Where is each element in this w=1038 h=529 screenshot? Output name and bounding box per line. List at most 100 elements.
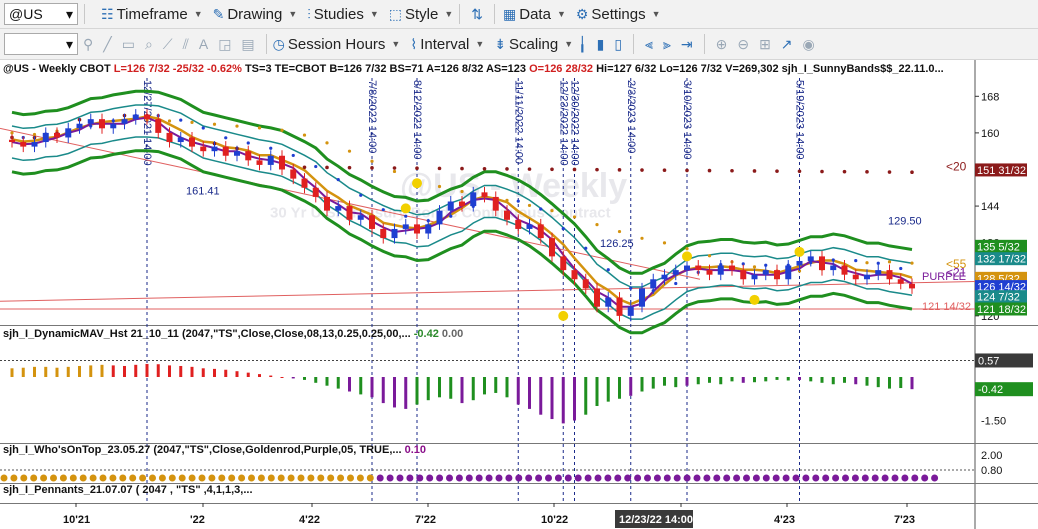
zoom-out-icon[interactable]: ⊖ <box>737 36 749 53</box>
candle-body <box>537 224 544 239</box>
settings-menu[interactable]: ⚙ Settings ▼ <box>576 6 661 23</box>
who-dot <box>109 474 117 482</box>
scaling-label: Scaling <box>509 35 559 53</box>
candle-body <box>425 224 432 234</box>
candle-body <box>301 178 308 188</box>
maroon-dot <box>797 169 802 174</box>
candle-body <box>380 228 387 239</box>
chart-area[interactable]: 168160144136120@US - Weekly30 Yr U.S. Tr… <box>0 60 1038 529</box>
zoom-in-icon[interactable]: ⊕ <box>716 36 728 53</box>
candle-body <box>166 132 173 143</box>
histogram-bar <box>269 375 273 377</box>
candlestick-icon[interactable]: ▮ <box>597 36 605 53</box>
histogram-bar <box>426 377 430 401</box>
gold-dot <box>572 215 577 219</box>
trendline-icon[interactable]: ⟋ <box>163 36 173 53</box>
fit-icon[interactable]: ⊞ <box>759 36 771 53</box>
studies-menu[interactable]: ⫶ Studies ▼ <box>307 6 378 23</box>
trend-icon[interactable]: ↗ <box>781 36 793 53</box>
who-dot <box>663 474 671 482</box>
histogram-bar <box>550 377 554 420</box>
histogram-bar <box>494 377 498 393</box>
scaling-menu[interactable]: ⇟ Scaling ▼ <box>494 36 573 53</box>
maroon-dot <box>550 167 554 172</box>
histogram-bar <box>415 377 419 405</box>
bar-chart-icon[interactable]: ╽ <box>578 36 586 53</box>
maroon-dot <box>302 165 307 170</box>
fib-icon[interactable]: ▤ <box>241 36 254 53</box>
symbol-input[interactable]: @US ▾ <box>4 3 78 25</box>
blue-dot <box>674 281 678 286</box>
histogram-bar <box>213 368 216 377</box>
who-dot <box>505 474 513 482</box>
histogram-bar <box>753 377 756 383</box>
style-label: Style <box>405 5 439 23</box>
channel-icon[interactable]: ⫽ <box>183 36 189 53</box>
scroll-left-icon[interactable]: ⫷ <box>645 36 653 53</box>
candle-body <box>42 132 49 143</box>
maroon-dot <box>595 167 599 172</box>
candle-body <box>324 196 330 211</box>
candle-body <box>76 123 83 129</box>
chevron-down-icon: ▼ <box>651 9 661 19</box>
blue-dot <box>179 118 183 122</box>
shapes-icon[interactable]: ◲ <box>218 36 231 53</box>
zoom-area-icon[interactable]: ⌕ <box>145 36 153 53</box>
hollow-candle-icon[interactable]: ▯ <box>614 36 622 53</box>
price-badge-label: 132 17/32 <box>977 254 1026 266</box>
blue-dot <box>381 208 385 212</box>
who-dot <box>762 474 770 482</box>
x-tick-label: 4'23 <box>774 514 795 526</box>
ruler-icon[interactable]: ▭ <box>122 36 135 53</box>
gold-dot <box>617 229 622 234</box>
pivot-circle <box>412 178 422 189</box>
candle-body <box>144 114 150 120</box>
who-dot <box>465 474 473 482</box>
text-tool-icon[interactable]: A <box>199 36 208 52</box>
who-dot <box>594 474 602 482</box>
x-tick-label: 10'21 <box>63 514 90 526</box>
histogram-bar <box>179 365 183 377</box>
data-label: Data <box>519 5 551 23</box>
timeframe-menu[interactable]: ☷ Timeframe ▼ <box>101 6 203 23</box>
pivot-circle <box>682 251 692 262</box>
histogram-bar <box>741 377 745 383</box>
maroon-dot <box>752 169 757 173</box>
histogram-bar <box>224 369 228 377</box>
who-dot <box>574 474 582 482</box>
who-dot <box>376 474 384 482</box>
candle-body <box>582 279 589 289</box>
maroon-dot <box>685 168 689 173</box>
blue-dot <box>584 246 588 250</box>
who-dot <box>139 474 147 482</box>
scroll-end-icon[interactable]: ⇥ <box>681 36 693 53</box>
layout-icon[interactable]: ⇅ <box>471 6 483 23</box>
candle-body <box>594 288 600 307</box>
interval-menu[interactable]: ⌇ Interval ▼ <box>410 36 484 53</box>
who-dot <box>772 474 780 482</box>
gold-dot <box>685 247 689 251</box>
pivot-circle <box>558 310 569 321</box>
candle-body <box>20 142 27 147</box>
candle-body <box>504 210 510 220</box>
histogram-bar <box>651 377 655 389</box>
gold-dot <box>212 122 217 126</box>
data-menu[interactable]: ▦ Data ▼ <box>503 6 566 23</box>
line-tool-icon[interactable]: ╱ <box>103 36 111 53</box>
who-dot <box>545 474 552 482</box>
session-hours-menu[interactable]: ◷ Session Hours ▼ <box>273 36 401 53</box>
drawing-menu[interactable]: ✎ Drawing ▼ <box>213 6 298 23</box>
calendar-icon: ☷ <box>101 5 114 22</box>
eye-icon[interactable]: ◉ <box>803 36 815 53</box>
candle-body <box>447 201 454 211</box>
drawing-label: Drawing <box>227 5 283 23</box>
scroll-right-icon[interactable]: ⫸ <box>663 36 671 53</box>
style-menu[interactable]: ⬚ Style ▼ <box>389 6 454 23</box>
candle-body <box>751 274 758 280</box>
studies-icon: ⫶ <box>307 5 311 22</box>
who-dot <box>554 474 562 482</box>
secondary-symbol-input[interactable]: ▾ <box>4 33 78 55</box>
link-icon[interactable]: ⚲ <box>83 36 93 53</box>
histogram-bar <box>775 377 779 380</box>
candle-body <box>54 132 60 138</box>
